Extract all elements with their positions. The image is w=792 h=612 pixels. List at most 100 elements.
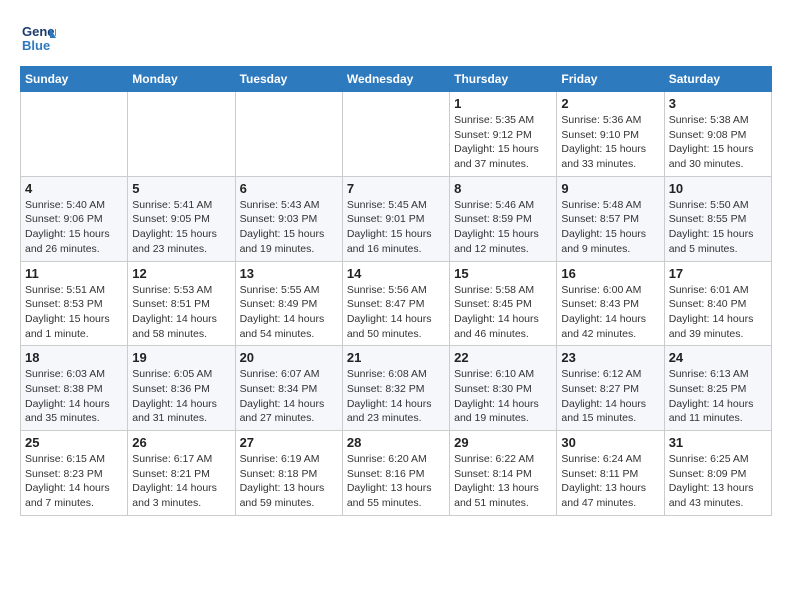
day-info: Sunrise: 6:24 AM Sunset: 8:11 PM Dayligh… <box>561 452 659 511</box>
day-number: 3 <box>669 96 767 111</box>
calendar-cell <box>342 92 449 177</box>
day-number: 17 <box>669 266 767 281</box>
week-row-3: 11 Sunrise: 5:51 AM Sunset: 8:53 PM Dayli… <box>21 261 772 346</box>
day-info: Sunrise: 6:07 AM Sunset: 8:34 PM Dayligh… <box>240 367 338 426</box>
day-number: 24 <box>669 350 767 365</box>
day-info: Sunrise: 5:46 AM Sunset: 8:59 PM Dayligh… <box>454 198 552 257</box>
calendar-cell: 4Sunrise: 5:40 AM Sunset: 9:06 PM Daylig… <box>21 176 128 261</box>
calendar-cell: 6 Sunrise: 5:43 AM Sunset: 9:03 PM Daylig… <box>235 176 342 261</box>
calendar-cell <box>21 92 128 177</box>
day-number: 25 <box>25 435 123 450</box>
calendar-cell: 24 Sunrise: 6:13 AM Sunset: 8:25 PM Dayli… <box>664 346 771 431</box>
calendar-cell: 16 Sunrise: 6:00 AM Sunset: 8:43 PM Dayli… <box>557 261 664 346</box>
week-row-5: 25 Sunrise: 6:15 AM Sunset: 8:23 PM Dayli… <box>21 431 772 516</box>
day-number: 16 <box>561 266 659 281</box>
weekday-header-tuesday: Tuesday <box>235 67 342 92</box>
day-number: 9 <box>561 181 659 196</box>
calendar-cell: 26Sunrise: 6:17 AM Sunset: 8:21 PM Dayli… <box>128 431 235 516</box>
weekday-header-friday: Friday <box>557 67 664 92</box>
calendar-cell: 29 Sunrise: 6:22 AM Sunset: 8:14 PM Dayli… <box>450 431 557 516</box>
day-info: Sunrise: 5:45 AM Sunset: 9:01 PM Dayligh… <box>347 198 445 257</box>
weekday-header-sunday: Sunday <box>21 67 128 92</box>
day-info: Sunrise: 5:40 AM Sunset: 9:06 PM Dayligh… <box>25 198 123 257</box>
day-info: Sunrise: 6:22 AM Sunset: 8:14 PM Dayligh… <box>454 452 552 511</box>
weekday-header-thursday: Thursday <box>450 67 557 92</box>
day-info: Sunrise: 6:25 AM Sunset: 8:09 PM Dayligh… <box>669 452 767 511</box>
calendar-cell: 5 Sunrise: 5:41 AM Sunset: 9:05 PM Daylig… <box>128 176 235 261</box>
day-info: Sunrise: 6:03 AM Sunset: 8:38 PM Dayligh… <box>25 367 123 426</box>
day-info: Sunrise: 6:05 AM Sunset: 8:36 PM Dayligh… <box>132 367 230 426</box>
calendar-cell: 23 Sunrise: 6:12 AM Sunset: 8:27 PM Dayli… <box>557 346 664 431</box>
calendar-body: 1Sunrise: 5:35 AM Sunset: 9:12 PM Daylig… <box>21 92 772 516</box>
day-info: Sunrise: 5:50 AM Sunset: 8:55 PM Dayligh… <box>669 198 767 257</box>
day-info: Sunrise: 5:56 AM Sunset: 8:47 PM Dayligh… <box>347 283 445 342</box>
day-number: 26 <box>132 435 230 450</box>
day-number: 10 <box>669 181 767 196</box>
calendar-cell: 20 Sunrise: 6:07 AM Sunset: 8:34 PM Dayli… <box>235 346 342 431</box>
day-info: Sunrise: 5:58 AM Sunset: 8:45 PM Dayligh… <box>454 283 552 342</box>
day-number: 6 <box>240 181 338 196</box>
day-info: Sunrise: 6:01 AM Sunset: 8:40 PM Dayligh… <box>669 283 767 342</box>
calendar-cell: 2Sunrise: 5:36 AM Sunset: 9:10 PM Daylig… <box>557 92 664 177</box>
calendar-cell <box>128 92 235 177</box>
day-info: Sunrise: 6:19 AM Sunset: 8:18 PM Dayligh… <box>240 452 338 511</box>
calendar-cell: 19 Sunrise: 6:05 AM Sunset: 8:36 PM Dayli… <box>128 346 235 431</box>
day-number: 14 <box>347 266 445 281</box>
calendar-cell: 9 Sunrise: 5:48 AM Sunset: 8:57 PM Daylig… <box>557 176 664 261</box>
day-number: 8 <box>454 181 552 196</box>
day-number: 20 <box>240 350 338 365</box>
day-number: 29 <box>454 435 552 450</box>
calendar-cell: 1Sunrise: 5:35 AM Sunset: 9:12 PM Daylig… <box>450 92 557 177</box>
logo-icon: General Blue <box>20 20 56 56</box>
calendar-cell: 27 Sunrise: 6:19 AM Sunset: 8:18 PM Dayli… <box>235 431 342 516</box>
day-info: Sunrise: 6:15 AM Sunset: 8:23 PM Dayligh… <box>25 452 123 511</box>
weekday-header-row: SundayMondayTuesdayWednesdayThursdayFrid… <box>21 67 772 92</box>
day-number: 27 <box>240 435 338 450</box>
calendar-cell: 13Sunrise: 5:55 AM Sunset: 8:49 PM Dayli… <box>235 261 342 346</box>
day-number: 11 <box>25 266 123 281</box>
day-number: 22 <box>454 350 552 365</box>
calendar-cell: 18 Sunrise: 6:03 AM Sunset: 8:38 PM Dayli… <box>21 346 128 431</box>
calendar-cell: 30 Sunrise: 6:24 AM Sunset: 8:11 PM Dayli… <box>557 431 664 516</box>
day-number: 12 <box>132 266 230 281</box>
logo: General Blue <box>20 20 56 56</box>
calendar-cell: 21Sunrise: 6:08 AM Sunset: 8:32 PM Dayli… <box>342 346 449 431</box>
day-info: Sunrise: 5:36 AM Sunset: 9:10 PM Dayligh… <box>561 113 659 172</box>
day-number: 28 <box>347 435 445 450</box>
day-number: 30 <box>561 435 659 450</box>
calendar-cell: 22 Sunrise: 6:10 AM Sunset: 8:30 PM Dayli… <box>450 346 557 431</box>
day-info: Sunrise: 5:43 AM Sunset: 9:03 PM Dayligh… <box>240 198 338 257</box>
day-number: 19 <box>132 350 230 365</box>
calendar-cell: 12 Sunrise: 5:53 AM Sunset: 8:51 PM Dayli… <box>128 261 235 346</box>
page-header: General Blue <box>20 20 772 56</box>
day-info: Sunrise: 5:41 AM Sunset: 9:05 PM Dayligh… <box>132 198 230 257</box>
calendar-cell <box>235 92 342 177</box>
calendar-table: SundayMondayTuesdayWednesdayThursdayFrid… <box>20 66 772 516</box>
day-info: Sunrise: 5:51 AM Sunset: 8:53 PM Dayligh… <box>25 283 123 342</box>
calendar-cell: 17 Sunrise: 6:01 AM Sunset: 8:40 PM Dayli… <box>664 261 771 346</box>
calendar-cell: 14 Sunrise: 5:56 AM Sunset: 8:47 PM Dayli… <box>342 261 449 346</box>
day-number: 15 <box>454 266 552 281</box>
day-info: Sunrise: 5:38 AM Sunset: 9:08 PM Dayligh… <box>669 113 767 172</box>
day-info: Sunrise: 5:53 AM Sunset: 8:51 PM Dayligh… <box>132 283 230 342</box>
day-info: Sunrise: 5:48 AM Sunset: 8:57 PM Dayligh… <box>561 198 659 257</box>
day-info: Sunrise: 6:00 AM Sunset: 8:43 PM Dayligh… <box>561 283 659 342</box>
day-info: Sunrise: 6:12 AM Sunset: 8:27 PM Dayligh… <box>561 367 659 426</box>
day-number: 7 <box>347 181 445 196</box>
svg-text:Blue: Blue <box>22 38 50 53</box>
calendar-cell: 31Sunrise: 6:25 AM Sunset: 8:09 PM Dayli… <box>664 431 771 516</box>
day-info: Sunrise: 6:10 AM Sunset: 8:30 PM Dayligh… <box>454 367 552 426</box>
day-number: 21 <box>347 350 445 365</box>
weekday-header-saturday: Saturday <box>664 67 771 92</box>
day-info: Sunrise: 6:13 AM Sunset: 8:25 PM Dayligh… <box>669 367 767 426</box>
day-info: Sunrise: 5:35 AM Sunset: 9:12 PM Dayligh… <box>454 113 552 172</box>
day-number: 13 <box>240 266 338 281</box>
day-number: 18 <box>25 350 123 365</box>
calendar-cell: 7 Sunrise: 5:45 AM Sunset: 9:01 PM Daylig… <box>342 176 449 261</box>
calendar-cell: 8 Sunrise: 5:46 AM Sunset: 8:59 PM Daylig… <box>450 176 557 261</box>
day-number: 5 <box>132 181 230 196</box>
day-number: 23 <box>561 350 659 365</box>
calendar-cell: 10 Sunrise: 5:50 AM Sunset: 8:55 PM Dayli… <box>664 176 771 261</box>
week-row-2: 4Sunrise: 5:40 AM Sunset: 9:06 PM Daylig… <box>21 176 772 261</box>
calendar-cell: 3 Sunrise: 5:38 AM Sunset: 9:08 PM Daylig… <box>664 92 771 177</box>
